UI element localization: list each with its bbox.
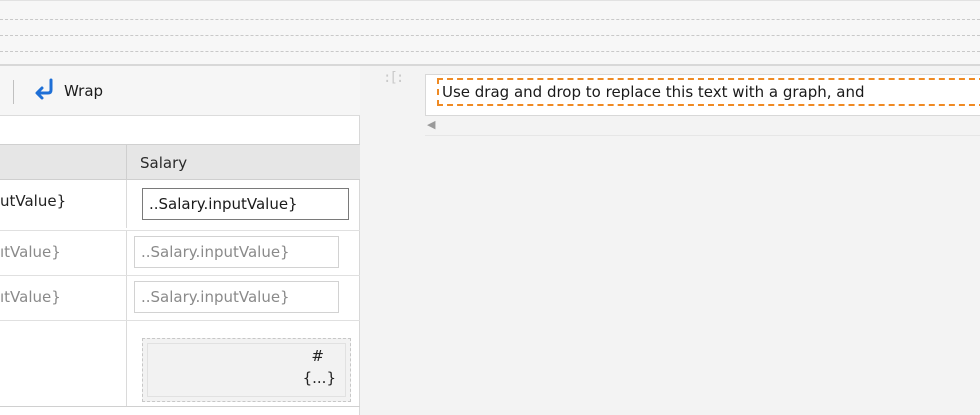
- grid-bottom-line: [0, 406, 360, 407]
- grid-cell[interactable]: ıtValue}: [0, 288, 61, 306]
- placeholder-text: Use drag and drop to replace this text w…: [442, 83, 865, 101]
- dashed-guide: [0, 19, 980, 20]
- toolbar: Wrap: [0, 66, 360, 116]
- wrap-icon: [32, 77, 58, 105]
- calculated-field-expression: {...}: [302, 369, 336, 387]
- calculated-field-hash: #: [311, 347, 324, 365]
- grid-header-row: Salary: [0, 144, 360, 181]
- salary-field-value: ..Salary.inputValue}: [141, 243, 290, 261]
- salary-field[interactable]: ..Salary.inputValue}: [142, 188, 349, 220]
- scroll-left-arrow-icon[interactable]: ◀: [427, 118, 435, 131]
- wrap-button[interactable]: Wrap: [32, 76, 103, 106]
- dashed-guide: [0, 35, 980, 36]
- salary-field-value: ..Salary.inputValue}: [149, 195, 298, 213]
- calculated-field[interactable]: # {...}: [142, 338, 351, 402]
- row-divider: [0, 230, 360, 231]
- column-header-salary[interactable]: Salary: [140, 154, 187, 172]
- grid-cell[interactable]: ıtValue}: [0, 243, 61, 261]
- dashed-guide: [0, 51, 980, 52]
- column-separator: [126, 321, 127, 407]
- salary-field[interactable]: ..Salary.inputValue}: [134, 236, 339, 268]
- row-divider: [0, 320, 360, 321]
- column-separator: [126, 145, 127, 181]
- top-drop-area: [0, 0, 980, 64]
- design-canvas: :[: Use drag and drop to replace this te…: [361, 66, 980, 415]
- row-divider: [0, 275, 360, 276]
- left-panel: Wrap Salary utValue} ..Salary.inputValue…: [0, 66, 360, 415]
- column-separator: [126, 276, 127, 320]
- drag-handle-icon[interactable]: :[:: [383, 70, 404, 86]
- horizontal-scrollbar[interactable]: ◀: [425, 118, 980, 136]
- grid-cell[interactable]: utValue}: [0, 192, 66, 210]
- column-separator: [126, 231, 127, 275]
- salary-field-value: ..Salary.inputValue}: [141, 288, 290, 306]
- column-separator: [126, 180, 127, 228]
- salary-field[interactable]: ..Salary.inputValue}: [134, 281, 339, 313]
- wrap-label: Wrap: [64, 82, 104, 100]
- placeholder-text-box[interactable]: Use drag and drop to replace this text w…: [437, 78, 980, 106]
- toolbar-separator: [13, 80, 14, 104]
